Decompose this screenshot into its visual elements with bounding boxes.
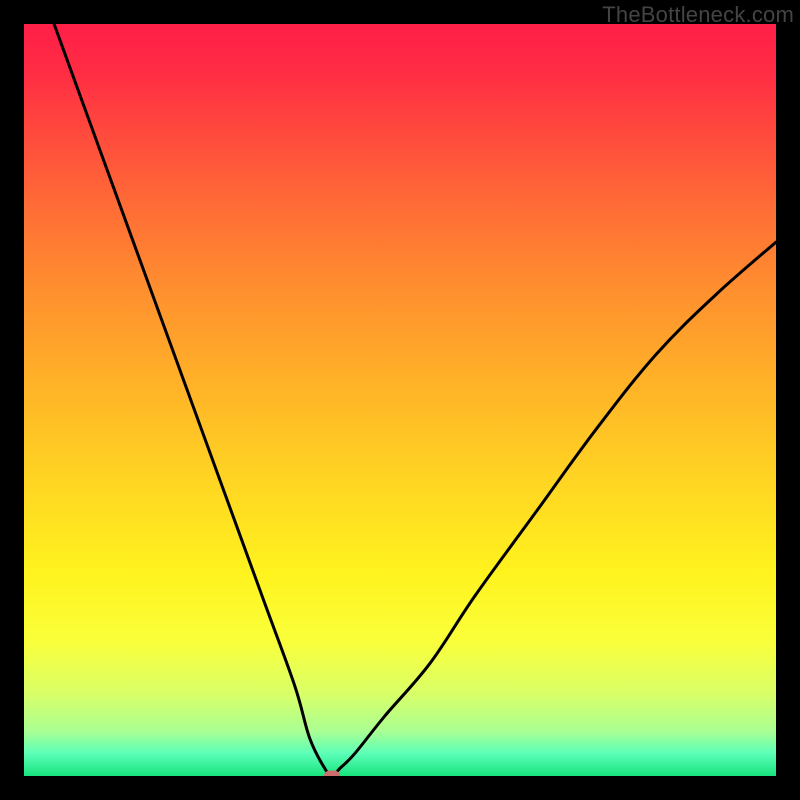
curve-svg <box>24 24 776 776</box>
watermark-text: TheBottleneck.com <box>602 2 794 28</box>
plot-area <box>24 24 776 776</box>
bottleneck-curve <box>54 24 776 776</box>
optimal-point-marker <box>324 771 340 777</box>
chart-frame: TheBottleneck.com <box>0 0 800 800</box>
